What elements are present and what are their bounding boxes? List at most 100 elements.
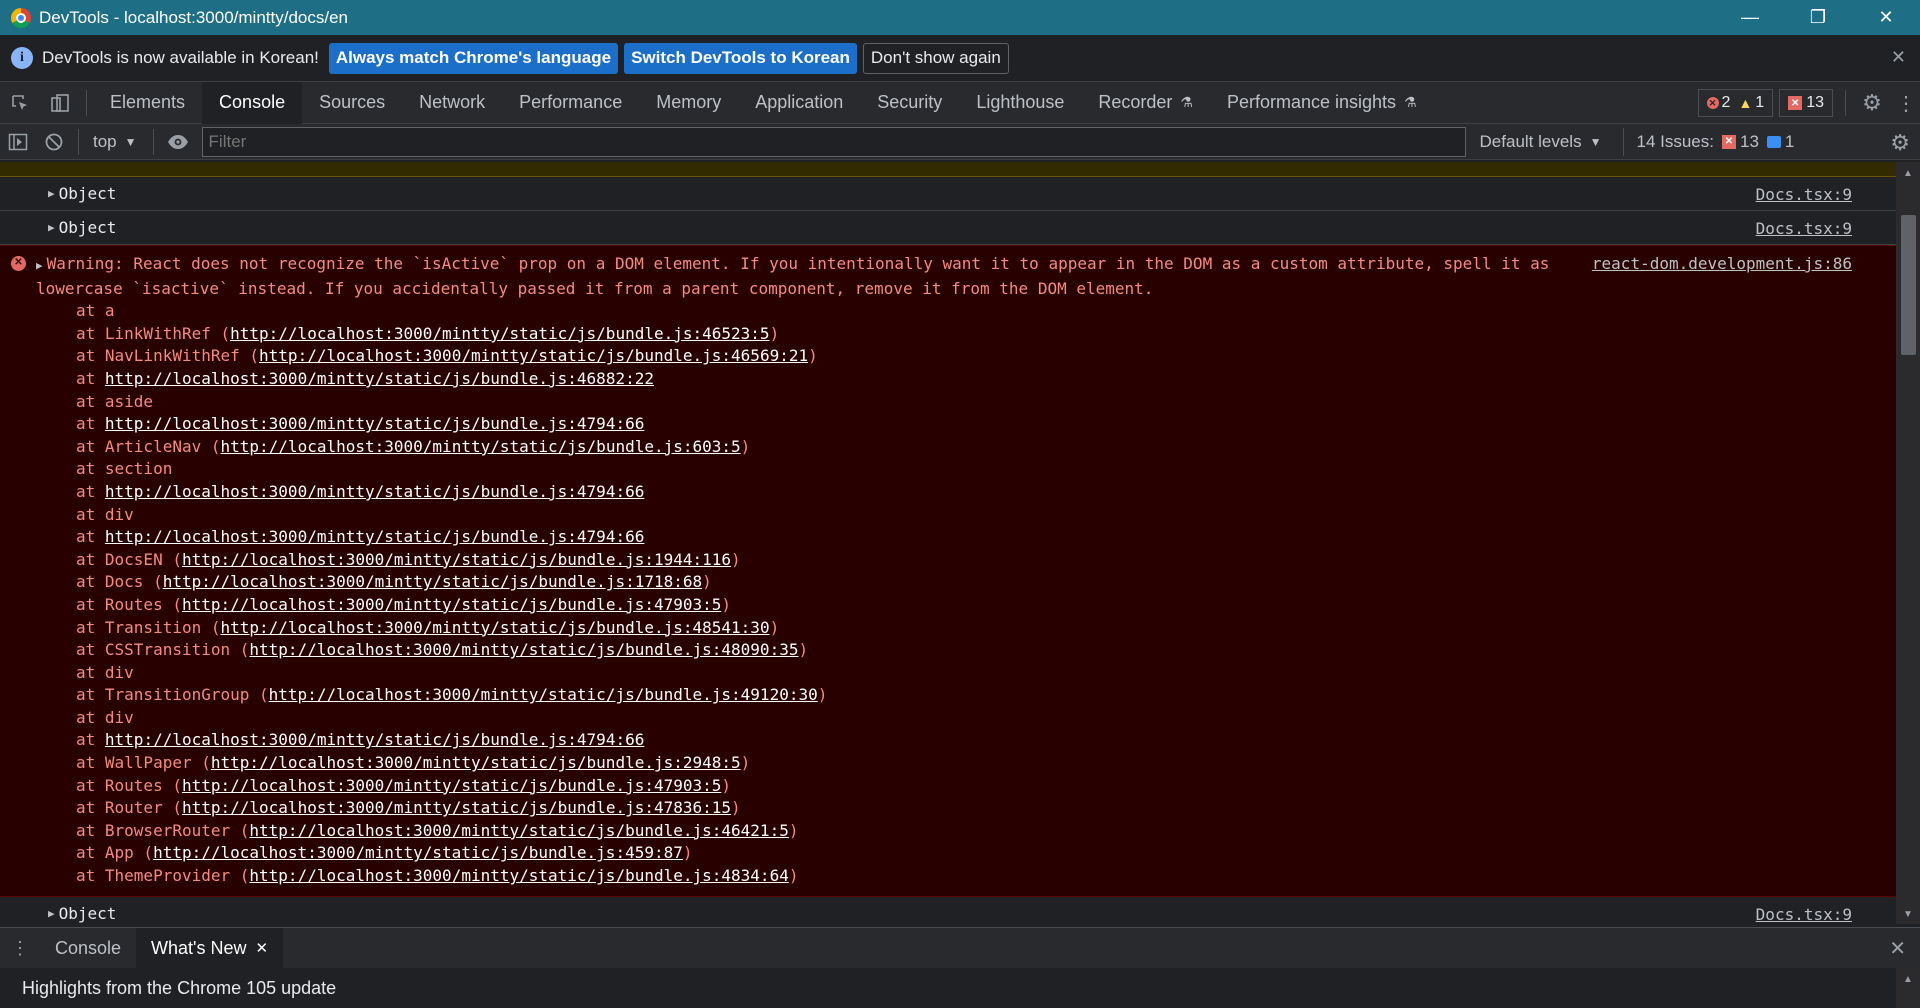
source-link[interactable]: react-dom.development.js:86 [1592,253,1852,276]
stack-frame: at a [36,300,1596,323]
stack-frame-link[interactable]: http://localhost:3000/mintty/static/js/b… [211,753,741,772]
issues-button[interactable]: 14 Issues: ✕ 13 1 [1623,127,1794,156]
stack-frame-link[interactable]: http://localhost:3000/mintty/static/js/b… [105,369,654,388]
error-warning-counter[interactable]: ✕ 2 ▲ 1 [1697,89,1774,117]
stack-frame-link[interactable]: http://localhost:3000/mintty/static/js/b… [269,685,818,704]
inspect-element-icon[interactable] [0,82,40,124]
live-expression-eye-icon[interactable] [160,124,196,160]
stack-frame-link[interactable]: http://localhost:3000/mintty/static/js/b… [182,595,721,614]
error-text[interactable]: ▶ Warning: React does not recognize the `… [36,253,1596,300]
drawer-scrollbar[interactable]: ▲ [1896,968,1920,1008]
console-message-object[interactable]: ▶ Object Docs.tsx:9 [0,897,1896,924]
close-window-button[interactable]: ✕ [1852,0,1920,35]
console-message-object[interactable]: ▶ Object Docs.tsx:9 [0,177,1896,211]
drawer-more-icon[interactable]: ⋮ [0,938,40,959]
stack-frame: at Routes (http://localhost:3000/mintty/… [36,775,1596,798]
stack-frame: at Docs (http://localhost:3000/mintty/st… [36,571,1596,594]
stack-frame-link[interactable]: http://localhost:3000/mintty/static/js/b… [163,572,702,591]
stack-frame: at App (http://localhost:3000/mintty/sta… [36,842,1596,865]
clear-console-icon[interactable] [36,124,72,160]
restore-button[interactable]: ❐ [1784,0,1852,35]
expand-triangle-icon[interactable]: ▶ [48,907,55,920]
tabbar-right-controls: ✕ 2 ▲ 1 ✕ 13 ⚙ ⋮ [1697,82,1920,124]
tab-console[interactable]: Console [202,81,303,124]
stack-frame: at Routes (http://localhost:3000/mintty/… [36,594,1596,617]
tab-recorder[interactable]: Recorder ⚗ [1081,82,1210,124]
switch-to-korean-button[interactable]: Switch DevTools to Korean [624,42,857,74]
clipped-warning-message [0,162,1896,177]
execution-context-select[interactable]: top ▼ [85,132,147,152]
expand-triangle-icon[interactable]: ▶ [48,221,55,234]
stack-frame-link[interactable]: http://localhost:3000/mintty/static/js/b… [153,843,683,862]
log-levels-value: Default levels [1479,131,1582,151]
scroll-down-arrow-icon[interactable]: ▼ [1903,909,1913,920]
infobar-close-icon[interactable]: ✕ [1891,47,1906,68]
scrollbar-thumb[interactable] [1901,215,1916,355]
stack-frame-link[interactable]: http://localhost:3000/mintty/static/js/b… [221,618,770,637]
issues-counter[interactable]: ✕ 13 [1779,89,1833,117]
stack-frame-link[interactable]: http://localhost:3000/mintty/static/js/b… [221,437,741,456]
settings-gear-icon[interactable]: ⚙ [1852,82,1892,124]
stack-frame-link[interactable]: http://localhost:3000/mintty/static/js/b… [105,527,644,546]
stack-frame-link[interactable]: http://localhost:3000/mintty/static/js/b… [230,324,769,343]
stack-frame: at CSSTransition (http://localhost:3000/… [36,639,1596,662]
scroll-up-arrow-icon[interactable]: ▲ [1903,168,1913,179]
stack-frame-link[interactable]: http://localhost:3000/mintty/static/js/b… [182,776,721,795]
drawer-tab-console[interactable]: Console [40,928,136,968]
tab-elements[interactable]: Elements [93,82,202,124]
tab-application[interactable]: Application [738,82,860,124]
expand-triangle-icon[interactable]: ▶ [48,187,55,200]
stack-frame-link[interactable]: http://localhost:3000/mintty/static/js/b… [105,414,644,433]
tab-security[interactable]: Security [860,82,959,124]
log-levels-select[interactable]: Default levels ▼ [1480,132,1602,152]
source-link[interactable]: Docs.tsx:9 [1756,219,1852,238]
stack-frame: at http://localhost:3000/mintty/static/j… [36,368,1596,391]
tab-lighthouse[interactable]: Lighthouse [959,82,1081,124]
stack-frame: at ArticleNav (http://localhost:3000/min… [36,436,1596,459]
tab-performance-insights[interactable]: Performance insights ⚗ [1210,82,1434,124]
more-options-icon[interactable]: ⋮ [1892,82,1920,124]
stack-frame-link[interactable]: http://localhost:3000/mintty/static/js/b… [249,821,788,840]
stack-frame-link[interactable]: http://localhost:3000/mintty/static/js/b… [249,866,788,885]
stack-frame-link[interactable]: http://localhost:3000/mintty/static/js/b… [259,346,808,365]
show-sidebar-icon[interactable] [0,124,36,160]
source-link[interactable]: Docs.tsx:9 [1756,185,1852,204]
tab-sources[interactable]: Sources [302,82,402,124]
minimize-button[interactable]: — [1716,0,1784,35]
stack-frame-suffix: ) [731,549,741,569]
tab-performance[interactable]: Performance [502,82,639,124]
drawer-tab-whats-new-label: What's New [151,937,247,958]
console-message-object[interactable]: ▶ Object Docs.tsx:9 [0,211,1896,245]
stack-frame-label: at [76,730,105,750]
expand-triangle-icon[interactable]: ▶ [36,259,43,272]
stack-frame-link[interactable]: http://localhost:3000/mintty/static/js/b… [105,730,644,749]
stack-frame-label: at aside [76,391,154,411]
stack-frame-label: at div [76,707,134,727]
stack-frame-link[interactable]: http://localhost:3000/mintty/static/js/b… [105,482,644,501]
stack-frame-link[interactable]: http://localhost:3000/mintty/static/js/b… [182,550,731,569]
experiment-flask-icon: ⚗ [1404,94,1417,110]
tab-performance-insights-label: Performance insights [1226,92,1397,112]
dont-show-again-button[interactable]: Don't show again [862,42,1009,74]
console-scrollbar[interactable]: ▲ ▼ [1896,162,1920,924]
drawer-close-icon[interactable]: ✕ [1889,936,1906,961]
stack-frame-label: at Routes ( [76,775,182,795]
stack-frame-suffix: ) [769,323,780,343]
stack-frame-suffix: ) [769,617,780,637]
language-infobar: i DevTools is now available in Korean! A… [0,35,1920,82]
stack-frame: at DocsEN (http://localhost:3000/mintty/… [36,549,1596,572]
close-tab-icon[interactable]: ✕ [256,939,269,957]
stack-frame-suffix: ) [798,640,809,660]
console-filter-input[interactable] [201,126,1466,157]
console-settings-gear-icon[interactable]: ⚙ [1890,130,1910,156]
stack-frame-link[interactable]: http://localhost:3000/mintty/static/js/b… [182,798,731,817]
tab-network[interactable]: Network [402,82,502,124]
tab-memory[interactable]: Memory [639,82,738,124]
device-toolbar-icon[interactable] [40,82,80,124]
issue-error-icon: ✕ [1788,96,1803,110]
stack-frame-link[interactable]: http://localhost:3000/mintty/static/js/b… [249,640,798,659]
source-link[interactable]: Docs.tsx:9 [1756,905,1852,924]
always-match-language-button[interactable]: Always match Chrome's language [328,42,619,74]
scroll-up-arrow-icon[interactable]: ▲ [1903,974,1913,985]
drawer-tab-whats-new[interactable]: What's New ✕ [136,928,284,968]
